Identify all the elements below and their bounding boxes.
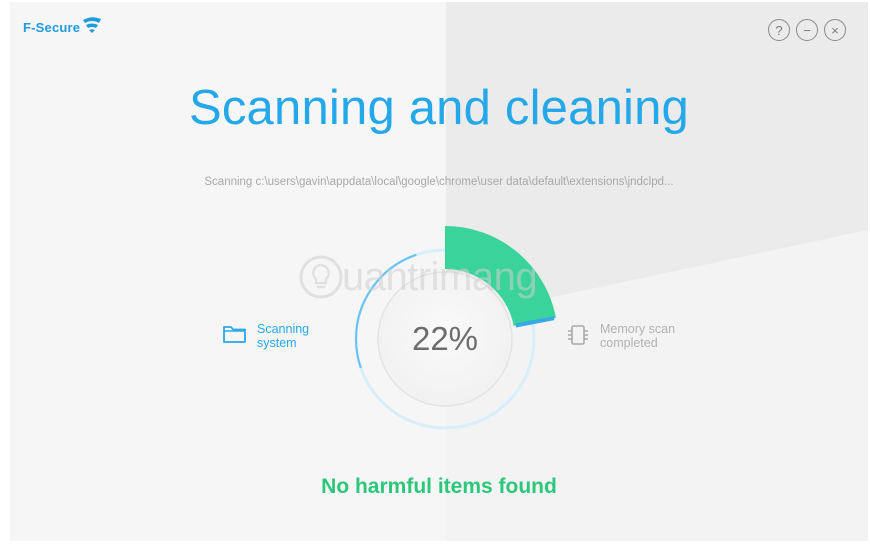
step-scanning-line2: system <box>257 336 297 350</box>
progress-dial <box>354 226 556 430</box>
step-scanning-system: Scanning system <box>222 322 309 350</box>
step-scanning-line1: Scanning <box>257 322 310 336</box>
scan-window: F-Secure ? − × Scanning and cleaning Sca… <box>10 2 868 541</box>
step-scanning-system-label: Scanning system <box>257 322 309 350</box>
folder-icon <box>223 326 246 343</box>
step-memory-line1: Memory scan <box>600 322 676 336</box>
memory-chip-icon <box>568 325 588 345</box>
step-memory-line2: completed <box>600 336 658 350</box>
step-memory-scan-label: Memory scan completed <box>600 322 675 350</box>
progress-percent: 22% <box>411 320 479 357</box>
scan-status: No harmful items found <box>321 475 557 498</box>
step-memory-scan: Memory scan completed <box>565 322 675 350</box>
